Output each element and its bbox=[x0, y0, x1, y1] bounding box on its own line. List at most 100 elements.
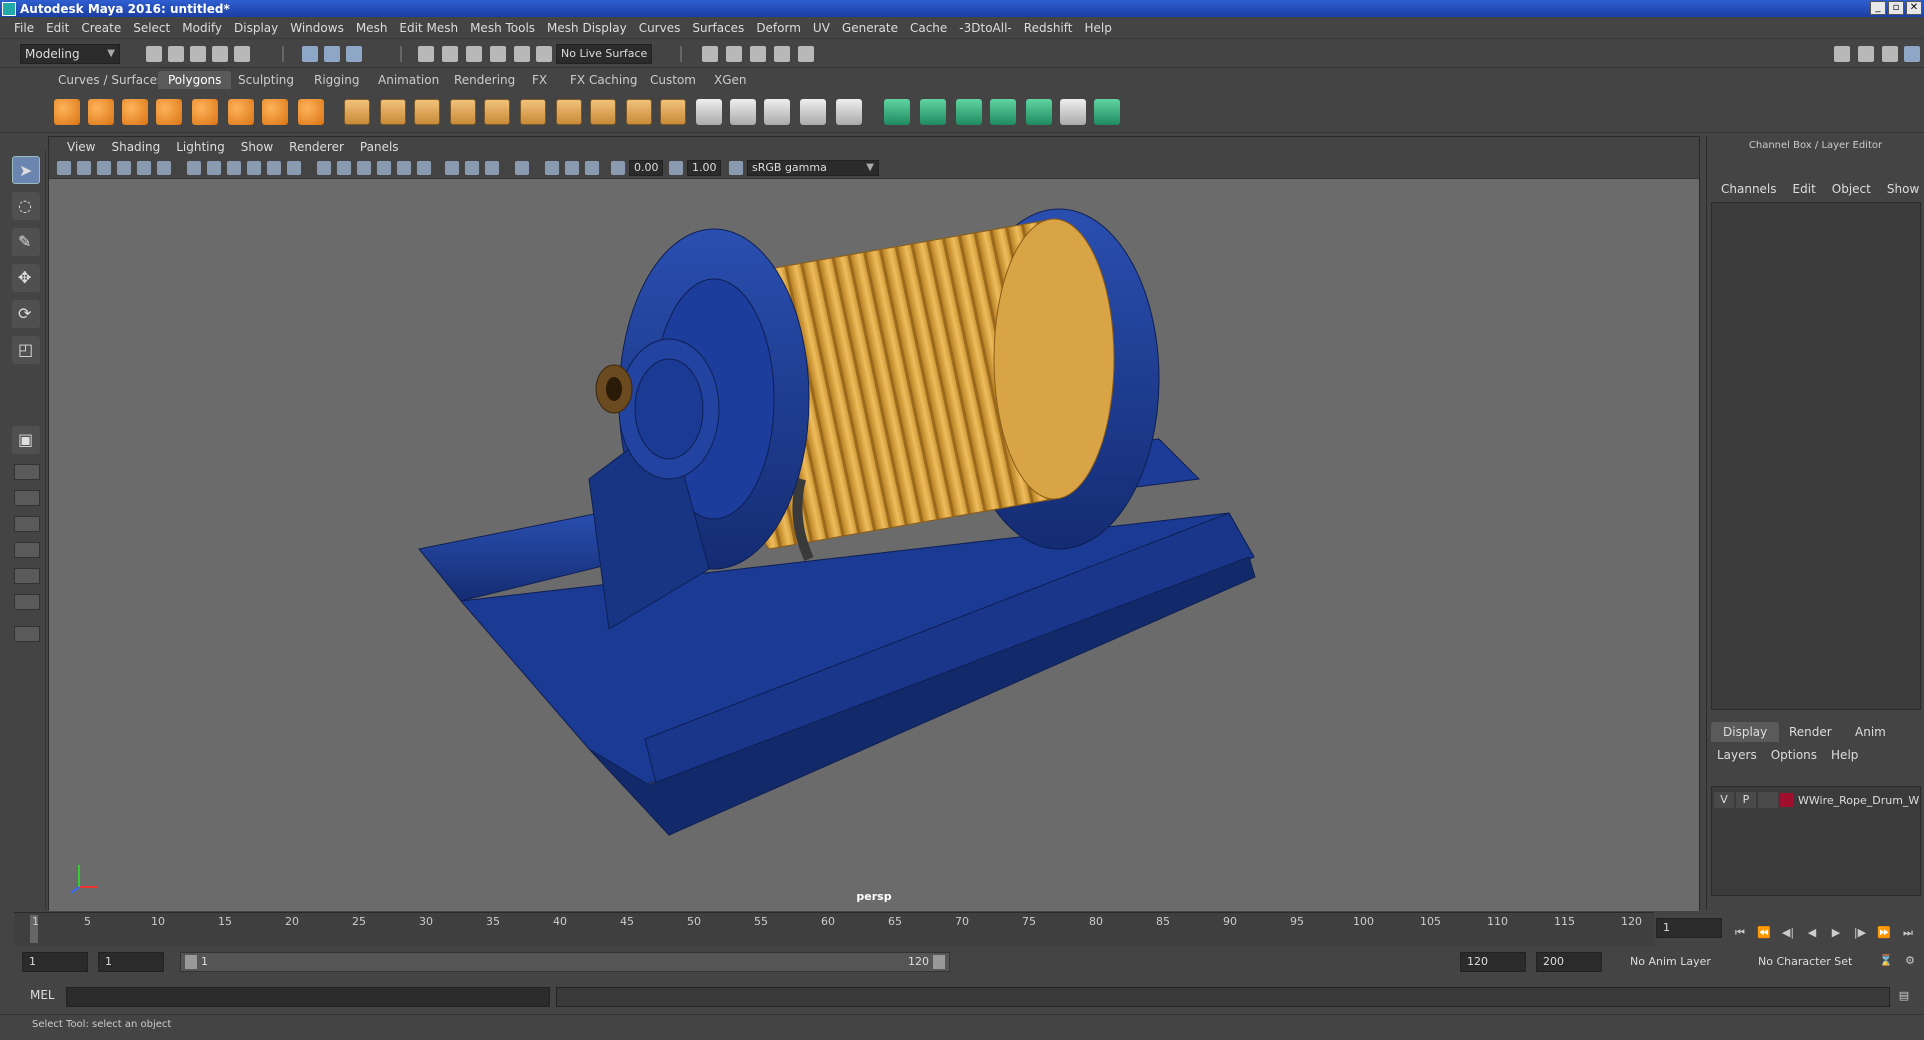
wireframe-icon[interactable] bbox=[317, 161, 331, 175]
grease-pencil-icon[interactable] bbox=[157, 161, 171, 175]
xray-components-icon[interactable] bbox=[585, 161, 599, 175]
attribute-editor-icon[interactable] bbox=[1858, 46, 1874, 62]
open-scene-icon[interactable] bbox=[168, 46, 184, 62]
hypershade-layout-button[interactable] bbox=[14, 542, 40, 558]
new-scene-icon[interactable] bbox=[146, 46, 162, 62]
view-transform-select[interactable]: sRGB gamma ▼ bbox=[747, 160, 879, 176]
snap-surface-icon[interactable] bbox=[514, 46, 530, 62]
select-object-icon[interactable] bbox=[324, 46, 340, 62]
command-language-label[interactable]: MEL bbox=[30, 988, 55, 1002]
cb-menu-edit[interactable]: Edit bbox=[1785, 182, 1824, 196]
command-input[interactable] bbox=[66, 987, 550, 1007]
gamma-field[interactable]: 1.00 bbox=[687, 160, 721, 176]
tab-animation[interactable]: Animation bbox=[368, 71, 449, 89]
render-settings-icon[interactable] bbox=[750, 46, 766, 62]
camera-attributes-icon[interactable] bbox=[77, 161, 91, 175]
node-editor-layout-button[interactable] bbox=[14, 594, 40, 610]
exposure-field[interactable]: 0.00 bbox=[629, 160, 663, 176]
layer-tab-display[interactable]: Display bbox=[1711, 722, 1780, 742]
animation-end-field[interactable]: 200 bbox=[1536, 952, 1602, 972]
menu-modify[interactable]: Modify bbox=[176, 21, 228, 35]
panel-menu-shading[interactable]: Shading bbox=[103, 140, 168, 154]
range-slider[interactable]: 1 120 bbox=[180, 952, 950, 972]
menu-create[interactable]: Create bbox=[75, 21, 127, 35]
step-forward-key-icon[interactable]: ⏩ bbox=[1876, 926, 1892, 940]
live-surface-field[interactable]: No Live Surface bbox=[556, 44, 652, 64]
menu-mesh-tools[interactable]: Mesh Tools bbox=[464, 21, 541, 35]
layer-tab-render[interactable]: Render bbox=[1777, 722, 1844, 742]
layer-tab-anim[interactable]: Anim bbox=[1843, 722, 1898, 742]
cb-menu-show[interactable]: Show bbox=[1879, 182, 1924, 196]
menu-3dtoall[interactable]: -3DtoAll- bbox=[953, 21, 1017, 35]
panel-menu-panels[interactable]: Panels bbox=[352, 140, 407, 154]
poly-pyramid-icon[interactable] bbox=[262, 99, 288, 125]
combine-icon[interactable] bbox=[344, 99, 370, 125]
xray-joints-icon[interactable] bbox=[565, 161, 579, 175]
select-tool-button[interactable]: ➤ bbox=[12, 156, 40, 184]
auto-key-icon[interactable]: ⌛ bbox=[1878, 954, 1894, 968]
menu-mesh[interactable]: Mesh bbox=[350, 21, 394, 35]
render-view-icon[interactable] bbox=[798, 46, 814, 62]
bridge-icon[interactable] bbox=[520, 99, 546, 125]
menu-file[interactable]: File bbox=[8, 21, 40, 35]
channel-box-icon[interactable] bbox=[1904, 46, 1920, 62]
magnet-icon[interactable] bbox=[536, 46, 552, 62]
menu-help[interactable]: Help bbox=[1078, 21, 1117, 35]
menu-generate[interactable]: Generate bbox=[836, 21, 904, 35]
snap-view-icon[interactable] bbox=[490, 46, 506, 62]
hypershade-icon[interactable] bbox=[774, 46, 790, 62]
bevel-icon[interactable] bbox=[590, 99, 616, 125]
step-back-key-icon[interactable]: ⏪ bbox=[1756, 926, 1772, 940]
anti-aliasing-icon[interactable] bbox=[485, 161, 499, 175]
snap-point-icon[interactable] bbox=[466, 46, 482, 62]
channel-box-area[interactable] bbox=[1711, 202, 1921, 710]
perspective-viewport[interactable]: persp bbox=[49, 179, 1699, 911]
tab-sculpting[interactable]: Sculpting bbox=[228, 71, 304, 89]
layer-display-type-toggle[interactable] bbox=[1758, 792, 1778, 808]
modeling-toolkit-icon[interactable] bbox=[1834, 46, 1850, 62]
menu-edit[interactable]: Edit bbox=[40, 21, 75, 35]
panel-menu-view[interactable]: View bbox=[59, 140, 103, 154]
insert-edge-loop-icon[interactable] bbox=[626, 99, 652, 125]
play-forward-icon[interactable]: ▶ bbox=[1828, 926, 1844, 940]
gamma-icon[interactable] bbox=[669, 161, 683, 175]
tab-fx[interactable]: FX bbox=[522, 71, 557, 89]
reduce-icon[interactable] bbox=[800, 99, 826, 125]
triangulate-icon[interactable] bbox=[836, 99, 862, 125]
select-hierarchy-icon[interactable] bbox=[302, 46, 318, 62]
tab-rigging[interactable]: Rigging bbox=[304, 71, 369, 89]
tab-custom[interactable]: Custom bbox=[640, 71, 706, 89]
mirror-icon[interactable] bbox=[414, 99, 440, 125]
poly-torus-icon[interactable] bbox=[228, 99, 254, 125]
tab-polygons[interactable]: Polygons bbox=[158, 71, 232, 89]
layer-playback-toggle[interactable]: P bbox=[1736, 792, 1756, 808]
menu-windows[interactable]: Windows bbox=[284, 21, 350, 35]
playback-end-field[interactable]: 120 bbox=[1460, 952, 1526, 972]
wireframe-on-shaded-icon[interactable] bbox=[357, 161, 371, 175]
snap-grid-icon[interactable] bbox=[418, 46, 434, 62]
menu-mesh-display[interactable]: Mesh Display bbox=[541, 21, 633, 35]
lasso-tool-button[interactable]: ◌ bbox=[12, 192, 40, 220]
minimize-button[interactable]: _ bbox=[1870, 1, 1886, 15]
time-slider[interactable]: 1 5 10 15 20 25 30 35 40 45 50 55 60 65 … bbox=[14, 912, 1654, 946]
four-view-layout-button[interactable] bbox=[14, 464, 40, 480]
close-button[interactable]: ✕ bbox=[1906, 1, 1922, 15]
menu-cache[interactable]: Cache bbox=[904, 21, 953, 35]
poly-plane-icon[interactable] bbox=[192, 99, 218, 125]
persp-outliner-layout-button[interactable] bbox=[14, 490, 40, 506]
gate-mask-icon[interactable] bbox=[247, 161, 261, 175]
redo-icon[interactable] bbox=[234, 46, 250, 62]
menu-deform[interactable]: Deform bbox=[750, 21, 807, 35]
two-d-pan-icon[interactable] bbox=[137, 161, 151, 175]
tool-settings-icon[interactable] bbox=[1882, 46, 1898, 62]
merge-icon[interactable] bbox=[764, 99, 790, 125]
script-editor-icon[interactable]: ▤ bbox=[1896, 989, 1912, 1003]
rotate-tool-button[interactable]: ⟳ bbox=[12, 300, 40, 328]
range-end-handle[interactable] bbox=[933, 955, 945, 969]
uv-editor-icon[interactable] bbox=[1094, 99, 1120, 125]
le-menu-help[interactable]: Help bbox=[1831, 748, 1872, 762]
use-lights-icon[interactable] bbox=[397, 161, 411, 175]
custom-layout-button[interactable] bbox=[14, 626, 40, 642]
character-set-select[interactable]: No Character Set bbox=[1752, 952, 1876, 972]
scale-tool-button[interactable]: ◰ bbox=[12, 336, 40, 364]
